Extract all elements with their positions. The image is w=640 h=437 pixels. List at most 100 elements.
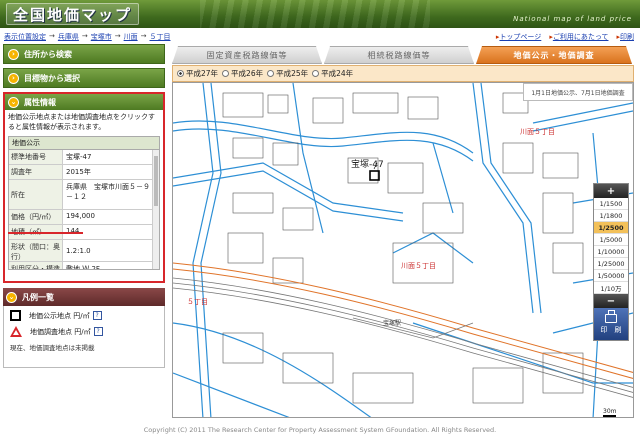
row-value: 敷地 Ｗ 2F	[66, 265, 100, 270]
legend-label: 地価調査地点 円/㎡	[30, 327, 91, 336]
usage-link[interactable]: ▸ご利用にあたって	[549, 32, 608, 42]
zoom-scale-control: + 1/1500 1/1800 1/2500 1/5000 1/10000 1/…	[593, 183, 629, 341]
table-row: 形状（間口：奥行） 1.2:1.0	[9, 240, 159, 262]
scale-bar-label: 30m	[603, 408, 617, 417]
scale-item[interactable]: 1/10万	[594, 282, 628, 294]
table-row: 所在 兵庫県 宝塚市川面５－９－１２	[9, 180, 159, 210]
map-drawing	[173, 83, 633, 417]
legend-item: 地価調査地点 円/㎡ ?	[10, 326, 158, 337]
row-value: 1.2:1.0	[66, 246, 91, 255]
select-landmark-label: 目標物から選択	[24, 73, 80, 83]
chevron-right-icon: ›	[8, 72, 19, 84]
year-radio-h27[interactable]: 平成27年	[177, 68, 218, 79]
breadcrumb-separator: →	[140, 32, 147, 40]
chevron-right-icon: ›	[8, 48, 19, 60]
search-by-address-label: 住所から検索	[24, 49, 72, 59]
station-label: 宝塚駅	[383, 320, 402, 327]
row-key: 価格（円/㎡）	[9, 210, 63, 224]
square-icon	[10, 310, 21, 321]
table-row: 調査年 2015年	[9, 165, 159, 180]
chevron-down-icon: ⌄	[6, 291, 17, 303]
header-decoration	[200, 0, 430, 28]
breadcrumb-district[interactable]: 川面	[124, 32, 138, 42]
map-tabs: 固定資産税路線価等 相続税路線価等 地価公示・地価調査	[172, 46, 634, 64]
attribute-panel-header: ⌄ 属性情報	[5, 94, 163, 110]
scrollbar-thumb[interactable]	[154, 156, 158, 206]
breadcrumb-separator: →	[114, 32, 121, 40]
radio-icon[interactable]	[312, 70, 320, 77]
legend-note: 現在、地価調査地点は未掲載	[10, 344, 95, 352]
scale-item[interactable]: 1/1800	[594, 210, 628, 222]
tab-inheritance-tax[interactable]: 相続税路線価等	[324, 46, 474, 64]
row-value: 2015年	[66, 168, 91, 176]
select-landmark-button[interactable]: › 目標物から選択	[3, 68, 165, 88]
legend-title: 凡例一覧	[22, 292, 54, 302]
scale-item[interactable]: 1/25000	[594, 258, 628, 270]
print-button[interactable]: 印 刷	[594, 308, 628, 340]
year-label: 平成27年	[186, 69, 219, 78]
year-radio-h25[interactable]: 平成25年	[267, 68, 308, 79]
top-page-link-label[interactable]: トップページ	[499, 33, 541, 41]
help-icon[interactable]: ?	[93, 327, 103, 336]
breadcrumb-city[interactable]: 宝塚市	[91, 32, 112, 42]
survey-date-note: 1月1日地価公示、7月1日地価調査	[523, 83, 633, 101]
scale-item[interactable]: 1/50000	[594, 270, 628, 282]
year-selector: 平成27年 平成26年 平成25年 平成24年	[172, 65, 634, 82]
top-page-link[interactable]: ▸トップページ	[496, 32, 541, 42]
radio-icon[interactable]	[222, 70, 230, 77]
sidebar: › 住所から検索 › 目標物から選択 ⌄ 属性情報 地価公示地点または地価調査地…	[3, 44, 165, 368]
attribute-panel-title: 属性情報	[24, 97, 56, 107]
legend-header[interactable]: ⌄ 凡例一覧	[3, 288, 165, 306]
breadcrumb: 表示位置設定 → 兵庫県 → 宝塚市 → 川面 → ５丁目	[4, 32, 171, 42]
row-key: 所在	[9, 180, 63, 209]
property-table-title: 地価公示	[9, 137, 159, 150]
top-links: ▸トップページ ▸ご利用にあたって ▸印刷	[496, 32, 634, 42]
radio-selected-icon[interactable]	[177, 70, 184, 77]
legend-panel: 地価公示地点 円/㎡ ? 地価調査地点 円/㎡ ? 現在、地価調査地点は未掲載	[3, 306, 165, 368]
breadcrumb-position-settings[interactable]: 表示位置設定	[4, 32, 46, 42]
breadcrumb-prefecture[interactable]: 兵庫県	[58, 32, 79, 42]
year-radio-h26[interactable]: 平成26年	[222, 68, 263, 79]
row-key: 標準地番号	[9, 150, 63, 164]
scale-item[interactable]: 1/10000	[594, 246, 628, 258]
breadcrumb-separator: →	[81, 32, 88, 40]
help-icon[interactable]: ?	[92, 311, 102, 320]
table-row: 標準地番号 宝塚-47	[9, 150, 159, 165]
printer-icon	[605, 309, 617, 323]
row-key: 利用区分・構造	[9, 262, 63, 269]
property-table: 地価公示 標準地番号 宝塚-47 調査年 2015年 所在 兵庫県 宝塚市川面５－９－…	[8, 136, 160, 270]
usage-link-label[interactable]: ご利用にあたって	[553, 33, 609, 41]
breadcrumb-block[interactable]: ５丁目	[150, 32, 171, 42]
breadcrumb-separator: →	[49, 32, 55, 40]
scale-item-selected[interactable]: 1/2500	[594, 222, 628, 234]
land-price-marker-label[interactable]: 宝塚-47	[351, 157, 384, 170]
legend-item: 地価公示地点 円/㎡ ?	[10, 310, 158, 321]
chevron-down-icon: ⌄	[8, 96, 19, 108]
zoom-in-button[interactable]: +	[594, 184, 628, 198]
print-button-label: 印 刷	[600, 325, 622, 334]
zoom-out-button[interactable]: −	[594, 294, 628, 308]
map-canvas[interactable]: 1月1日地価公示、7月1日地価調査 宝塚-47 川面５丁目 川面５丁目 ５丁目 …	[172, 82, 634, 418]
scale-item[interactable]: 1/5000	[594, 234, 628, 246]
year-label: 平成25年	[276, 69, 309, 78]
table-scrollbar[interactable]	[152, 150, 159, 269]
print-link[interactable]: ▸印刷	[616, 32, 634, 42]
row-key: 形状（間口：奥行）	[9, 240, 63, 261]
scale-item[interactable]: 1/1500	[594, 198, 628, 210]
tab-land-price[interactable]: 地価公示・地価調査	[476, 46, 632, 64]
attribute-panel: ⌄ 属性情報 地価公示地点または地価調査地点をクリックすると属性情報が表示されま…	[3, 92, 165, 283]
legend-label: 地価公示地点 円/㎡	[29, 311, 90, 320]
radio-icon[interactable]	[267, 70, 275, 77]
site-logo[interactable]: 全国地価マップ	[6, 3, 140, 25]
row-value: 194,000	[66, 212, 95, 220]
print-link-label[interactable]: 印刷	[620, 33, 634, 41]
table-row: 価格（円/㎡） 194,000	[9, 210, 159, 225]
attribute-panel-description: 地価公示地点または地価調査地点をクリックすると属性情報が表示されます。	[8, 113, 155, 131]
year-label: 平成26年	[231, 69, 264, 78]
search-by-address-button[interactable]: › 住所から検索	[3, 44, 165, 64]
year-radio-h24[interactable]: 平成24年	[312, 68, 353, 79]
tab-fixed-asset-tax[interactable]: 固定資産税路線価等	[172, 46, 322, 64]
triangle-icon	[10, 326, 22, 337]
row-value: 宝塚-47	[66, 153, 92, 161]
year-label: 平成24年	[321, 69, 354, 78]
